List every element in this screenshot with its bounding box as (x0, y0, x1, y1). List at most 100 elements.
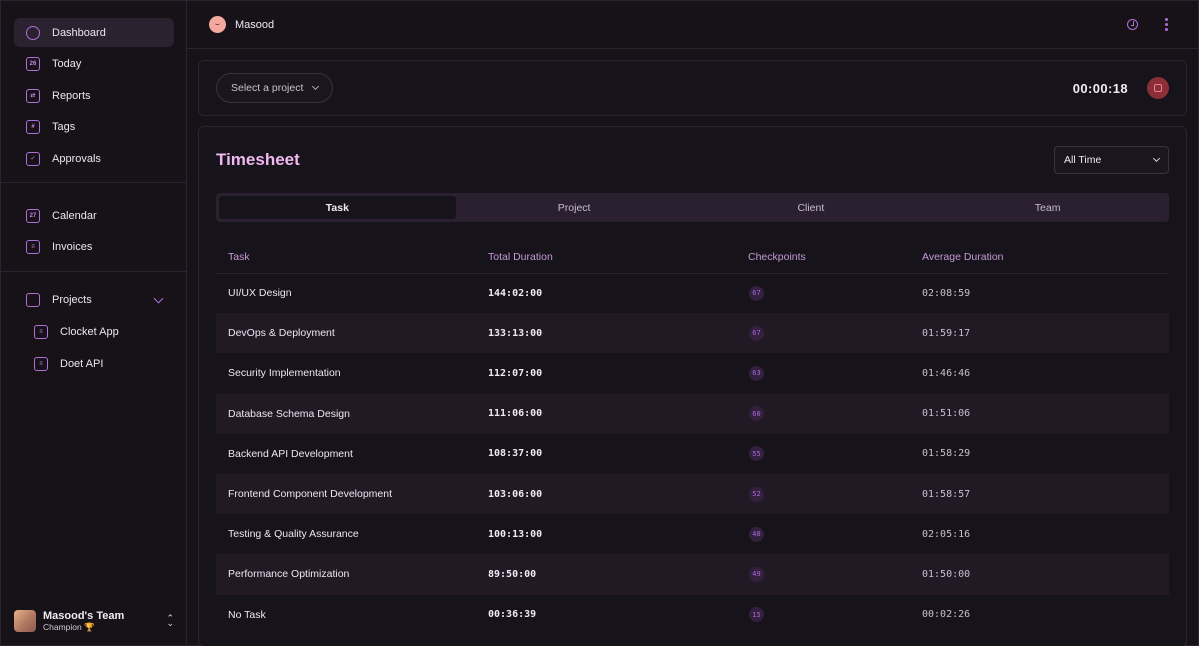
elapsed-time: 00:00:18 (1072, 80, 1128, 96)
project-select-placeholder: Select a project (231, 82, 304, 94)
page-title: Timesheet (216, 150, 300, 169)
cell-checkpoints: 48 (736, 514, 910, 554)
cell-total-duration: 133:13:00 (476, 313, 736, 354)
sidebar-item-calendar[interactable]: 27 Calendar (14, 201, 174, 230)
project-list-icon: ≡ (34, 325, 48, 340)
sidebar-item-label: Dashboard (52, 26, 106, 39)
cell-task: UI/UX Design (228, 287, 292, 300)
timer-card: Select a project 00:00:18 (198, 60, 1187, 116)
project-select[interactable]: Select a project (216, 73, 334, 103)
tab-team[interactable]: Team (929, 196, 1166, 219)
time-range-select[interactable]: All Time (1054, 146, 1169, 174)
table-row[interactable]: Frontend Component Development 103:06:00 5… (216, 473, 1169, 515)
column-header-task[interactable]: Task (216, 241, 476, 274)
cell-task: Security Implementation (228, 367, 341, 380)
sidebar-item-label: Doet API (60, 357, 104, 370)
cell-total-duration: 111:06:00 (476, 393, 736, 434)
project-list-icon: ≡ (34, 356, 48, 371)
sidebar-item-label: Approvals (52, 152, 101, 165)
tag-icon: # (26, 120, 40, 135)
user-name: Masood (235, 18, 275, 31)
invoice-icon: ≡ (26, 240, 40, 255)
checkpoint-count-badge: 15 (749, 607, 764, 623)
tab-client[interactable]: Client (693, 196, 930, 219)
top-bar-actions (1127, 18, 1168, 31)
calendar-day-icon: 26 (26, 57, 40, 72)
cell-total-duration: 108:37:00 (488, 448, 543, 460)
tab-task[interactable]: Task (219, 196, 456, 219)
team-role: Champion 🏆 (43, 621, 95, 632)
sidebar-item-invoices[interactable]: ≡ Invoices (14, 233, 174, 262)
sidebar-item-label: Invoices (52, 241, 93, 254)
chevron-up-down-icon: ⌃ ⌄ (166, 613, 174, 628)
main-content: Masood Select a project 00:00:18 Timeshe… (187, 1, 1198, 646)
cell-checkpoints: 55 (736, 434, 910, 474)
chevron-down-icon (312, 82, 320, 91)
cell-total-duration: 103:06:00 (476, 473, 736, 515)
timesheet-table: Task Total Duration Checkpoints Average … (216, 241, 1169, 635)
sidebar-item-label: Tags (52, 121, 76, 134)
group-by-tabs: Task Project Client Team (216, 193, 1169, 222)
team-avatar (14, 610, 36, 632)
sidebar-item-label: Reports (52, 89, 91, 102)
sidebar-item-label: Clocket App (60, 326, 119, 339)
cell-checkpoints: 15 (736, 595, 910, 635)
stop-icon (1154, 84, 1162, 92)
chevron-down-icon (153, 293, 164, 304)
cell-average-duration: 01:46:46 (922, 367, 971, 379)
table-row[interactable]: DevOps & Deployment 133:13:00 67 01:59:17 (216, 313, 1169, 354)
table-row[interactable]: No Task 00:36:39 15 00:02:26 (216, 595, 1169, 635)
more-options-icon[interactable] (1165, 18, 1168, 31)
sidebar-projects-toggle[interactable]: Projects (14, 286, 174, 315)
user-avatar[interactable] (209, 16, 226, 33)
checkpoint-count-badge: 67 (749, 325, 764, 341)
team-switcher[interactable]: Masood's Team Champion 🏆 ⌃ ⌄ (14, 609, 174, 633)
sidebar-item-dashboard[interactable]: Dashboard (14, 18, 174, 47)
checkpoint-count-badge: 49 (749, 566, 764, 582)
table-row[interactable]: Performance Optimization 89:50:00 49 01:50:… (216, 554, 1169, 595)
table-row[interactable]: Testing & Quality Assurance 100:13:00 48 02… (216, 514, 1169, 554)
sidebar-item-tags[interactable]: # Tags (14, 113, 174, 142)
sidebar-project-doet-api[interactable]: ≡ Doet API (14, 349, 174, 378)
reports-icon: ⇄ (26, 88, 40, 103)
timer-icon[interactable] (1127, 19, 1138, 30)
table-header-row: Task Total Duration Checkpoints Average … (216, 241, 1169, 274)
cell-total-duration: 89:50:00 (476, 554, 736, 595)
sidebar-projects-label: Projects (52, 294, 92, 307)
sidebar-item-label: Today (52, 58, 82, 71)
sidebar-project-clocket-app[interactable]: ≡ Clocket App (14, 318, 174, 347)
cell-total-duration: 00:36:39 (488, 609, 537, 621)
tab-project[interactable]: Project (456, 196, 693, 219)
cell-task: DevOps & Deployment (216, 313, 476, 354)
column-header-checkpoints[interactable]: Checkpoints (736, 241, 910, 274)
time-range-value: All Time (1064, 154, 1102, 166)
cell-average-duration: 01:58:57 (910, 473, 1169, 515)
column-header-total-duration[interactable]: Total Duration (476, 241, 736, 274)
table-row[interactable]: UI/UX Design 144:02:00 67 02:08:59 (216, 273, 1169, 313)
checkpoint-count-badge: 67 (749, 285, 764, 301)
checkpoint-count-badge: 63 (749, 365, 764, 381)
table-row[interactable]: Backend API Development 108:37:00 55 01:58:… (216, 434, 1169, 474)
sidebar-item-reports[interactable]: ⇄ Reports (14, 81, 174, 110)
sidebar-item-today[interactable]: 26 Today (14, 50, 174, 79)
sidebar-divider (1, 270, 186, 272)
stop-timer-button[interactable] (1147, 77, 1169, 99)
table-row[interactable]: Security Implementation 112:07:00 63 01:46:… (216, 353, 1169, 393)
table-row[interactable]: Database Schema Design 111:06:00 60 01:51:0… (216, 393, 1169, 434)
column-header-average-duration[interactable]: Average Duration (910, 241, 1169, 274)
cell-checkpoints: 63 (736, 353, 910, 393)
cell-checkpoints: 60 (736, 393, 910, 434)
team-name: Masood's Team (43, 609, 125, 622)
cell-task: Backend API Development (228, 447, 353, 460)
sidebar-item-approvals[interactable]: ✓ Approvals (14, 144, 174, 173)
checkpoint-count-badge: 60 (749, 406, 764, 422)
sidebar: Dashboard 26 Today ⇄ Reports # Tags ✓ Ap… (1, 1, 187, 645)
cell-checkpoints: 49 (736, 554, 910, 595)
calendar-icon: 27 (26, 208, 40, 223)
cell-total-duration: 100:13:00 (488, 528, 543, 540)
cell-checkpoints: 52 (736, 473, 910, 515)
timesheet-rows: UI/UX Design 144:02:00 67 02:08:59 DevOps & … (216, 273, 1169, 635)
cell-average-duration: 02:08:59 (922, 287, 971, 299)
cell-average-duration: 02:05:16 (922, 528, 971, 540)
cell-task: Testing & Quality Assurance (228, 528, 359, 541)
